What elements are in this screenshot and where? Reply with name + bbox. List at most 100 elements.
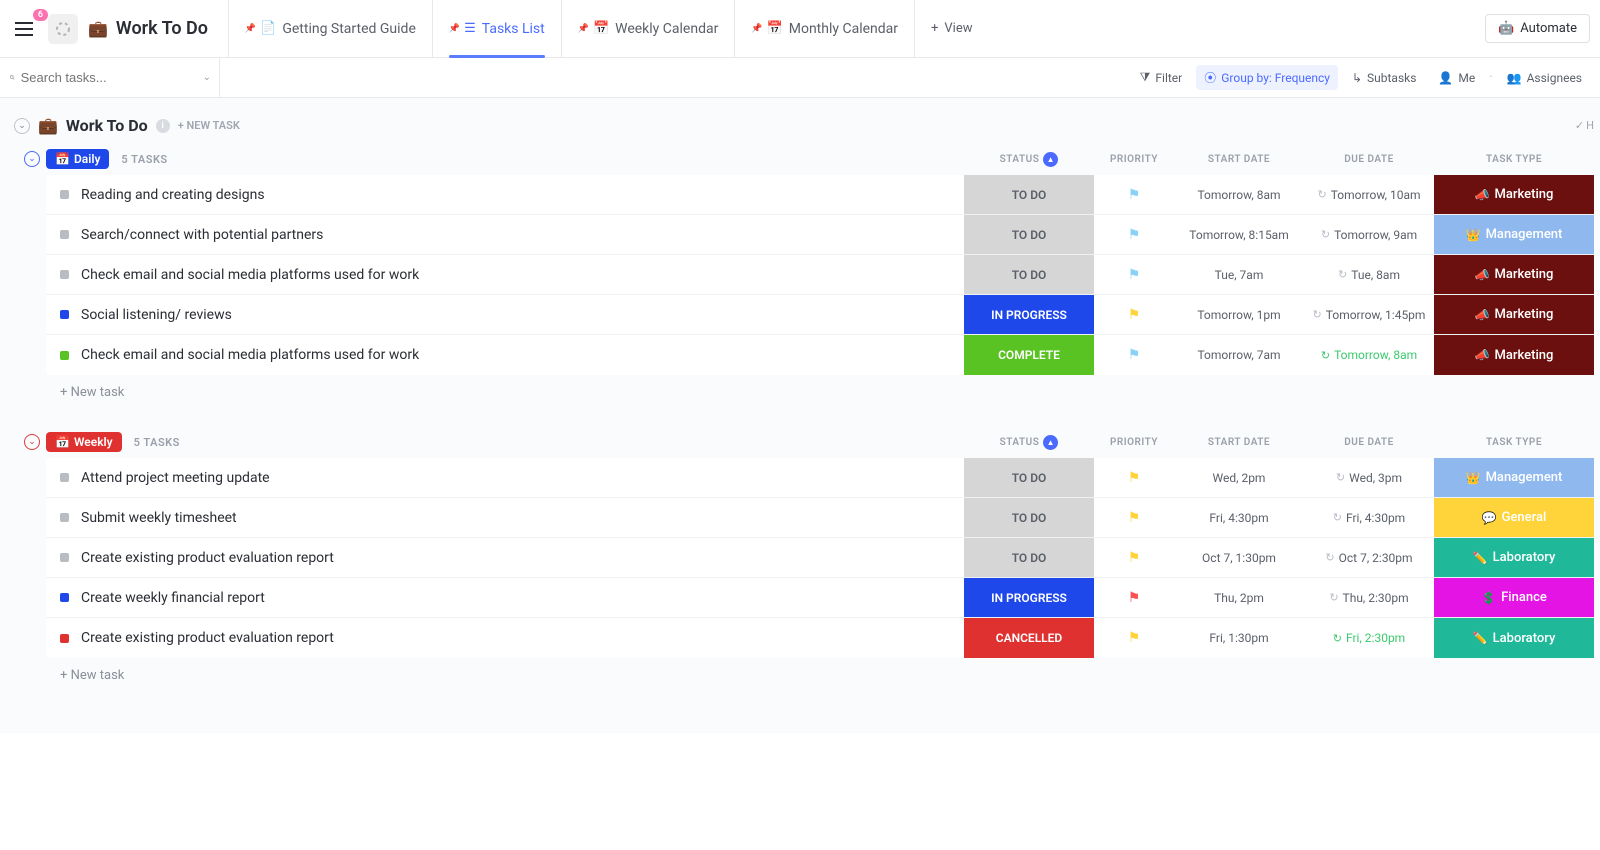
status-cell[interactable]: IN PROGRESS [964,578,1094,617]
status-cell[interactable]: TO DO [964,538,1094,577]
info-icon[interactable]: i [156,119,170,133]
status-cell[interactable]: TO DO [964,255,1094,294]
add-view-button[interactable]: + View [914,0,989,57]
priority-cell[interactable]: ⚑ [1094,335,1174,375]
subtasks-button[interactable]: ↳ Subtasks [1344,67,1424,89]
priority-cell[interactable]: ⚑ [1094,458,1174,497]
assignees-button[interactable]: 👥 Assignees [1499,67,1590,89]
view-tab-getting-started-guide[interactable]: 📌📄Getting Started Guide [228,0,432,57]
due-date-cell[interactable]: ↻Tomorrow, 8am [1304,335,1434,375]
collapse-section-button[interactable]: ⌄ [14,118,30,134]
start-date-cell[interactable]: Tomorrow, 7am [1174,335,1304,375]
task-type-cell[interactable]: 📣Marketing [1434,255,1594,294]
task-row[interactable]: Submit weekly timesheetTO DO⚑Fri, 4:30pm… [46,498,1594,538]
column-header-due-date[interactable]: DUE DATE [1304,154,1434,165]
view-tab-monthly-calendar[interactable]: 📌📅Monthly Calendar [734,0,914,57]
me-button[interactable]: 👤 Me [1430,67,1483,89]
collapse-group-button[interactable]: ⌄ [24,151,40,167]
priority-cell[interactable]: ⚑ [1094,255,1174,294]
status-cell[interactable]: TO DO [964,175,1094,214]
view-tab-weekly-calendar[interactable]: 📌📅Weekly Calendar [561,0,735,57]
task-type-cell[interactable]: ✏️Laboratory [1434,618,1594,658]
column-header-start-date[interactable]: START DATE [1174,437,1304,448]
task-type-cell[interactable]: 👑Management [1434,215,1594,254]
priority-cell[interactable]: ⚑ [1094,498,1174,537]
due-date-cell[interactable]: ↻Tomorrow, 10am [1304,175,1434,214]
task-type-cell[interactable]: ✏️Laboratory [1434,538,1594,577]
group-badge[interactable]: 📅Weekly [46,432,122,452]
column-header-status[interactable]: STATUS ▲ [964,152,1094,167]
new-task-link[interactable]: + NEW TASK [178,119,240,132]
start-date-cell[interactable]: Tomorrow, 1pm [1174,295,1304,334]
new-task-row[interactable]: + New task [46,375,1594,410]
type-label: Laboratory [1493,631,1556,646]
task-row[interactable]: Reading and creating designsTO DO⚑Tomorr… [46,175,1594,215]
status-cell[interactable]: IN PROGRESS [964,295,1094,334]
start-date-cell[interactable]: Thu, 2pm [1174,578,1304,617]
due-date-cell[interactable]: ↻Tomorrow, 9am [1304,215,1434,254]
priority-cell[interactable]: ⚑ [1094,618,1174,658]
task-row[interactable]: Check email and social media platforms u… [46,335,1594,375]
start-date-cell[interactable]: Tue, 7am [1174,255,1304,294]
due-date-cell[interactable]: ↻Oct 7, 2:30pm [1304,538,1434,577]
due-date-cell[interactable]: ↻Fri, 4:30pm [1304,498,1434,537]
column-header-task-type[interactable]: TASK TYPE [1434,437,1594,448]
task-row[interactable]: Check email and social media platforms u… [46,255,1594,295]
priority-cell[interactable]: ⚑ [1094,295,1174,334]
column-header-priority[interactable]: PRIORITY [1094,437,1174,448]
menu-button[interactable]: 6 [10,15,38,43]
filter-button[interactable]: ⧩ Filter [1132,66,1191,89]
start-date-cell[interactable]: Fri, 1:30pm [1174,618,1304,658]
priority-cell[interactable]: ⚑ [1094,215,1174,254]
column-header-start-date[interactable]: START DATE [1174,154,1304,165]
task-row[interactable]: Search/connect with potential partnersTO… [46,215,1594,255]
loading-indicator[interactable] [48,14,78,44]
status-cell[interactable]: TO DO [964,458,1094,497]
task-row[interactable]: Create existing product evaluation repor… [46,538,1594,578]
task-type-cell[interactable]: 📣Marketing [1434,175,1594,214]
due-date-cell[interactable]: ↻Thu, 2:30pm [1304,578,1434,617]
collapse-group-button[interactable]: ⌄ [24,434,40,450]
column-header-status[interactable]: STATUS ▲ [964,435,1094,450]
task-row[interactable]: Attend project meeting updateTO DO⚑Wed, … [46,458,1594,498]
start-date-cell[interactable]: Tomorrow, 8:15am [1174,215,1304,254]
priority-cell[interactable]: ⚑ [1094,538,1174,577]
start-date-cell[interactable]: Tomorrow, 8am [1174,175,1304,214]
task-type-cell[interactable]: 💲Finance [1434,578,1594,617]
status-cell[interactable]: CANCELLED [964,618,1094,658]
task-type-cell[interactable]: 💬General [1434,498,1594,537]
pin-icon: 📌 [449,24,460,34]
recur-icon: ↻ [1325,551,1334,564]
due-date-cell[interactable]: ↻Wed, 3pm [1304,458,1434,497]
task-row[interactable]: Create weekly financial reportIN PROGRES… [46,578,1594,618]
task-type-cell[interactable]: 📣Marketing [1434,335,1594,375]
task-type-cell[interactable]: 📣Marketing [1434,295,1594,334]
search-input[interactable] [21,70,197,85]
priority-cell[interactable]: ⚑ [1094,175,1174,214]
group-by-button[interactable]: ⦿ Group by: Frequency [1196,65,1338,90]
view-tab-tasks-list[interactable]: 📌☰Tasks List [432,0,561,57]
priority-cell[interactable]: ⚑ [1094,578,1174,617]
start-date-cell[interactable]: Oct 7, 1:30pm [1174,538,1304,577]
hide-button[interactable]: ✓ H [1575,119,1594,132]
chevron-down-icon[interactable]: ⌄ [203,72,211,83]
task-type-cell[interactable]: 👑Management [1434,458,1594,497]
due-date-cell[interactable]: ↻Tomorrow, 1:45pm [1304,295,1434,334]
due-date-cell[interactable]: ↻Fri, 2:30pm [1304,618,1434,658]
status-cell[interactable]: TO DO [964,215,1094,254]
task-row[interactable]: Create existing product evaluation repor… [46,618,1594,658]
task-name-cell: Attend project meeting update [46,458,964,497]
status-cell[interactable]: TO DO [964,498,1094,537]
start-date-cell[interactable]: Fri, 4:30pm [1174,498,1304,537]
group-badge[interactable]: 📅Daily [46,149,109,169]
automate-button[interactable]: 🤖 Automate [1485,14,1590,43]
column-header-due-date[interactable]: DUE DATE [1304,437,1434,448]
search-box[interactable]: ⌄ [10,58,220,97]
column-header-task-type[interactable]: TASK TYPE [1434,154,1594,165]
due-date-cell[interactable]: ↻Tue, 8am [1304,255,1434,294]
column-header-priority[interactable]: PRIORITY [1094,154,1174,165]
task-row[interactable]: Social listening/ reviewsIN PROGRESS⚑Tom… [46,295,1594,335]
new-task-row[interactable]: + New task [46,658,1594,693]
start-date-cell[interactable]: Wed, 2pm [1174,458,1304,497]
status-cell[interactable]: COMPLETE [964,335,1094,375]
